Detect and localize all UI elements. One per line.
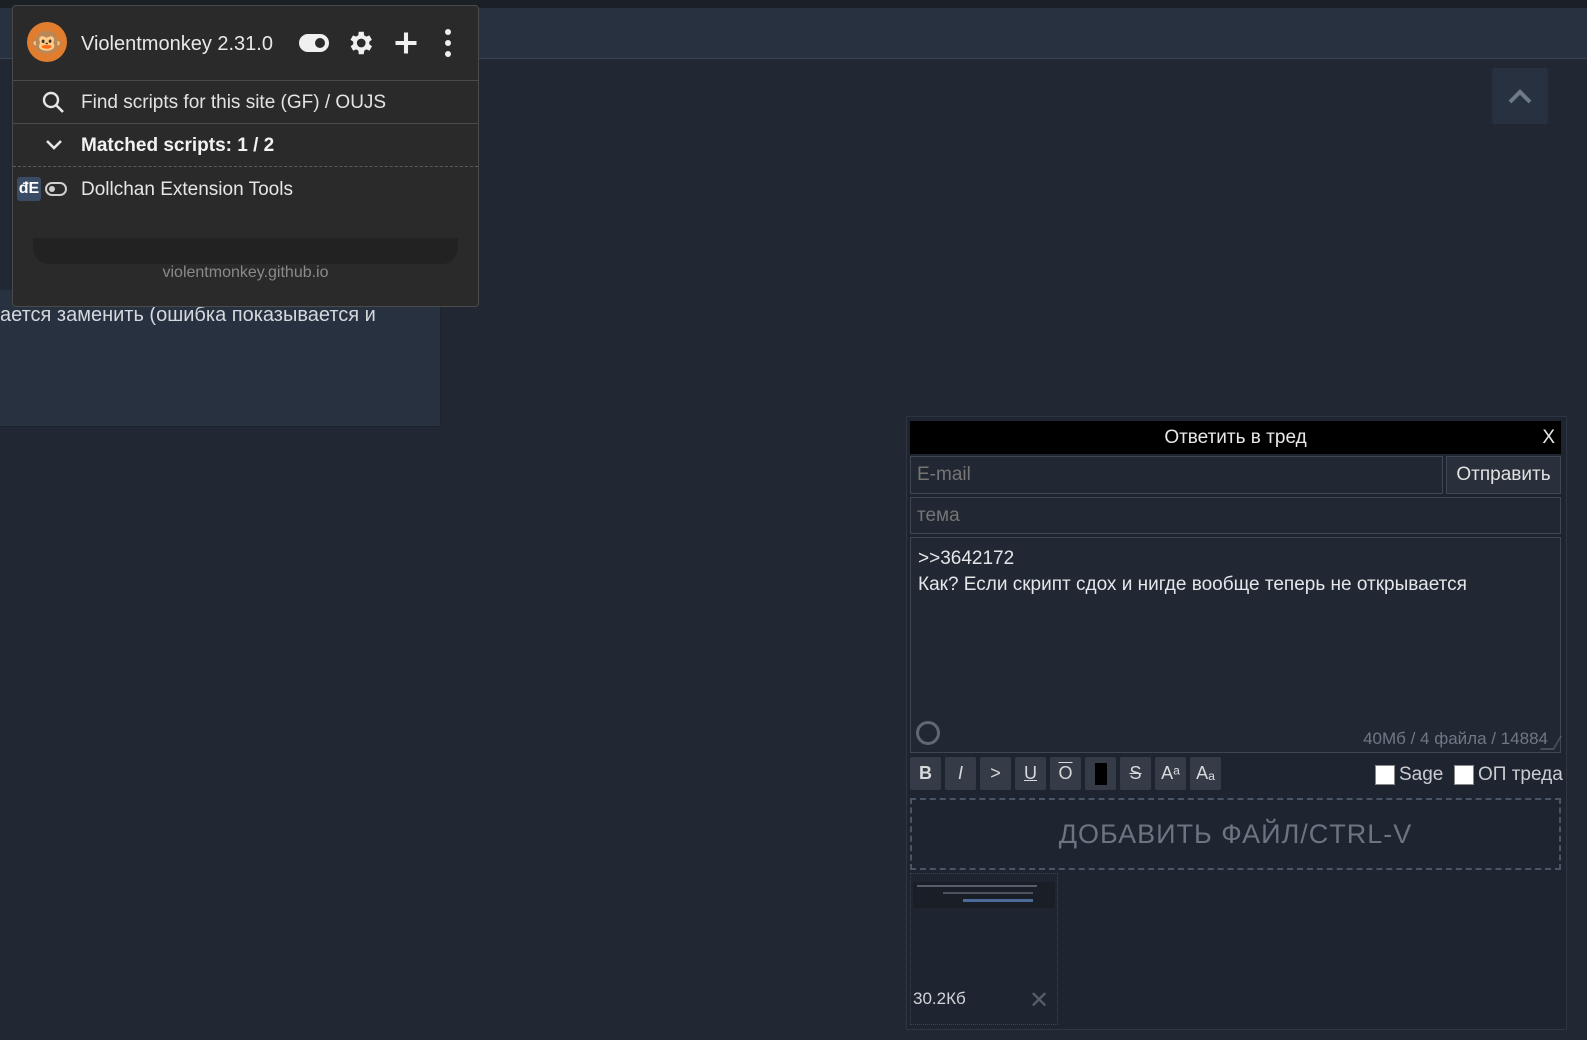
background-post: ается заменить (ошибка показывается и [0, 290, 441, 427]
find-scripts-label[interactable]: Find scripts for this site (GF) / OUJS [81, 92, 386, 114]
reply-form-header[interactable]: Ответить в тред X [910, 421, 1561, 454]
italic-button[interactable]: I [945, 757, 976, 790]
toggle-icon[interactable] [297, 26, 331, 60]
message-line-1: >>3642172 [918, 548, 1015, 569]
more-vertical-icon[interactable] [431, 26, 465, 60]
gear-icon[interactable] [343, 26, 377, 60]
superscript-button[interactable]: Aᵃ [1155, 757, 1186, 790]
attachment-item: 30.2Кб ✕ [910, 873, 1058, 1025]
attachment-size: 30.2Кб [913, 989, 966, 1008]
find-scripts-row[interactable]: Find scripts for this site (GF) / OUJS [13, 81, 478, 124]
matched-scripts-label: Matched scripts: 1 / 2 [81, 135, 275, 156]
script-toggle-icon[interactable] [45, 182, 67, 196]
subject-field[interactable] [910, 497, 1561, 534]
matched-scripts-header[interactable]: Matched scripts: 1 / 2 [13, 124, 478, 167]
quote-button[interactable]: > [980, 757, 1011, 790]
close-button[interactable]: X [1542, 421, 1555, 454]
post-text: ается заменить (ошибка показывается и [0, 304, 376, 326]
overline-button[interactable]: O [1050, 757, 1081, 790]
op-checkbox-box[interactable] [1454, 765, 1474, 785]
upload-limits: 40Мб / 4 файла / 14884 [1363, 729, 1548, 748]
captcha-icon[interactable] [916, 721, 940, 745]
strike-button[interactable]: S [1120, 757, 1151, 790]
monkey-logo-icon: 🐵 [27, 22, 67, 62]
send-button[interactable]: Отправить [1446, 456, 1561, 494]
sage-label: Sage [1399, 764, 1444, 785]
vm-title: Violentmonkey 2.31.0 [81, 33, 273, 55]
underline-button[interactable]: U [1015, 757, 1046, 790]
op-label: ОП треда [1478, 764, 1563, 785]
plus-icon[interactable] [389, 26, 423, 60]
sage-checkbox-box[interactable] [1375, 765, 1395, 785]
vm-header: 🐵 Violentmonkey 2.31.0 [13, 6, 478, 81]
message-textarea[interactable]: >>3642172 Как? Если скрипт сдох и нигде … [910, 537, 1563, 753]
spoiler-button[interactable] [1085, 757, 1116, 790]
op-checkbox[interactable]: ОП треда [1454, 764, 1563, 786]
message-line-2: Как? Если скрипт сдох и нигде вообще теп… [918, 574, 1467, 595]
attachment-thumbnail[interactable] [913, 882, 1055, 908]
bold-button[interactable]: B [910, 757, 941, 790]
email-field[interactable] [910, 456, 1443, 494]
subscript-button[interactable]: Aₐ [1190, 757, 1221, 790]
vm-footer-link[interactable]: violentmonkey.github.io [13, 264, 478, 282]
scroll-to-top-button[interactable] [1492, 68, 1548, 124]
reply-form: Ответить в тред X Отправить >>3642172 Ка… [906, 416, 1567, 1030]
sage-checkbox[interactable]: Sage [1375, 764, 1443, 786]
violentmonkey-popup: 🐵 Violentmonkey 2.31.0 Find scripts for … [12, 5, 479, 307]
reply-form-title: Ответить в тред [1164, 427, 1307, 448]
script-item[interactable]: đE Dollchan Extension Tools [13, 170, 478, 210]
chevron-up-icon [1508, 89, 1532, 104]
vm-divider [33, 238, 458, 264]
file-dropzone[interactable]: ДОБАВИТЬ ФАЙЛ/CTRL-V [910, 798, 1561, 870]
remove-attachment-icon[interactable]: ✕ [1029, 986, 1049, 1015]
search-icon [42, 91, 64, 113]
dollchan-script-icon: đE [17, 177, 41, 201]
chevron-down-icon [46, 140, 62, 150]
script-name[interactable]: Dollchan Extension Tools [81, 179, 293, 201]
